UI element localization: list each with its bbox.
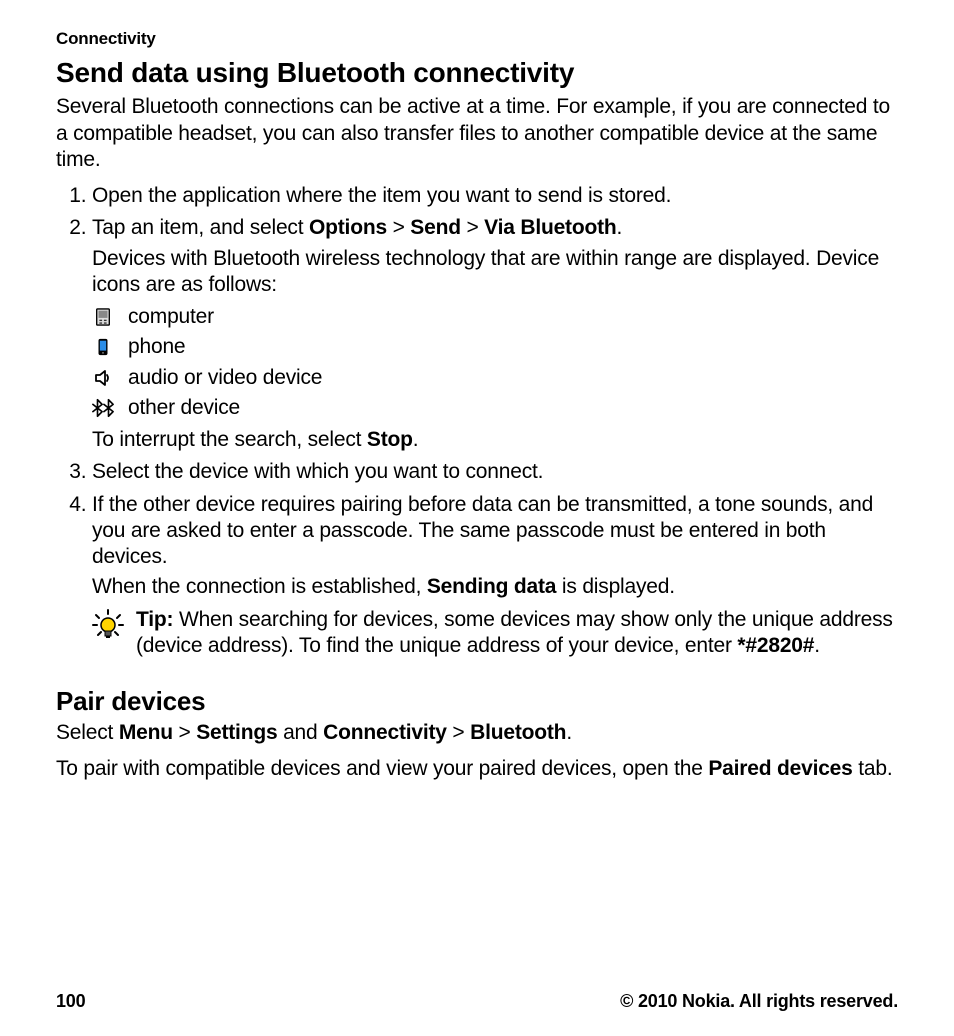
device-icon-computer-label: computer	[128, 304, 214, 330]
tip-post: .	[814, 634, 820, 657]
steps-list: Open the application where the item you …	[56, 183, 898, 659]
step-4-after: When the connection is established, Send…	[92, 574, 898, 600]
section-label: Connectivity	[56, 28, 898, 49]
computer-icon	[92, 306, 114, 328]
manual-page: Connectivity Send data using Bluetooth c…	[0, 0, 954, 1036]
phone-icon	[92, 336, 114, 358]
nav-sep1: >	[173, 721, 196, 744]
step-2-sep2: >	[461, 216, 484, 239]
section2-para: To pair with compatible devices and view…	[56, 756, 898, 782]
step-2-via-bluetooth: Via Bluetooth	[484, 216, 616, 239]
para-pre: To pair with compatible devices and view…	[56, 757, 708, 780]
device-icon-other-label: other device	[128, 395, 240, 421]
step-2-tail: .	[617, 216, 623, 239]
device-icon-other-row: other device	[92, 395, 898, 421]
page-footer: 100 © 2010 Nokia. All rights reserved.	[56, 990, 898, 1013]
nav-settings: Settings	[196, 721, 277, 744]
step-3: Select the device with which you want to…	[92, 459, 898, 485]
step-2-interrupt-post: .	[413, 428, 419, 451]
step-2-interrupt: To interrupt the search, select Stop.	[92, 427, 898, 453]
step-3-text: Select the device with which you want to…	[92, 460, 543, 483]
device-icon-list: computer phone	[92, 304, 898, 421]
speaker-icon	[92, 367, 114, 389]
copyright: © 2010 Nokia. All rights reserved.	[620, 990, 898, 1013]
device-icon-computer-row: computer	[92, 304, 898, 330]
step-2-sep1: >	[387, 216, 410, 239]
tip-text: Tip: When searching for devices, some de…	[136, 607, 898, 660]
step-4-after-bold: Sending data	[427, 575, 556, 598]
nav-bluetooth: Bluetooth	[470, 721, 566, 744]
step-4: If the other device requires pairing bef…	[92, 492, 898, 660]
step-2-options: Options	[309, 216, 387, 239]
bluetooth-icon	[92, 397, 114, 419]
para-bold: Paired devices	[708, 757, 852, 780]
tip-label: Tip:	[136, 608, 173, 631]
step-2-send: Send	[410, 216, 461, 239]
step-4-after-pre: When the connection is established,	[92, 575, 427, 598]
tip-block: Tip: When searching for devices, some de…	[92, 607, 898, 660]
nav-connectivity: Connectivity	[323, 721, 447, 744]
step-2-lead: Tap an item, and select	[92, 216, 309, 239]
device-icon-phone-row: phone	[92, 334, 898, 360]
lightbulb-icon	[92, 609, 124, 641]
para-post: tab.	[853, 757, 893, 780]
section1-title: Send data using Bluetooth connectivity	[56, 55, 898, 90]
tip-code: *#2820#	[737, 634, 814, 657]
nav-pre: Select	[56, 721, 119, 744]
page-number: 100	[56, 990, 85, 1013]
step-2-interrupt-pre: To interrupt the search, select	[92, 428, 367, 451]
step-4-after-post: is displayed.	[556, 575, 675, 598]
nav-mid: and	[277, 721, 323, 744]
nav-post: .	[566, 721, 572, 744]
section2-title: Pair devices	[56, 685, 898, 718]
step-1-text: Open the application where the item you …	[92, 184, 671, 207]
step-1: Open the application where the item you …	[92, 183, 898, 209]
step-2: Tap an item, and select Options > Send >…	[92, 215, 898, 453]
step-2-after: Devices with Bluetooth wireless technolo…	[92, 246, 898, 299]
device-icon-audio-label: audio or video device	[128, 365, 322, 391]
step-4-text: If the other device requires pairing bef…	[92, 493, 873, 569]
device-icon-audio-row: audio or video device	[92, 365, 898, 391]
step-2-interrupt-stop: Stop	[367, 428, 413, 451]
nav-sep2: >	[447, 721, 470, 744]
section1-intro: Several Bluetooth connections can be act…	[56, 94, 898, 173]
nav-menu: Menu	[119, 721, 173, 744]
section2-nav: Select Menu > Settings and Connectivity …	[56, 720, 898, 746]
device-icon-phone-label: phone	[128, 334, 185, 360]
